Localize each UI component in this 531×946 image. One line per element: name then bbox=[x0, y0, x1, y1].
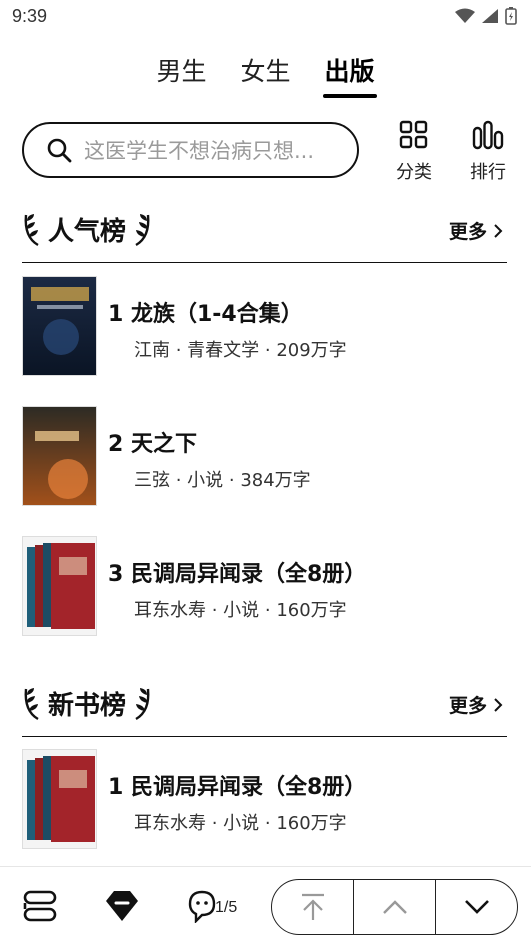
book-item[interactable]: 1 民调局异闻录（全8册） 耳东水寿 · 小说 · 160万字 bbox=[22, 749, 507, 849]
tab-male[interactable]: 男生 bbox=[154, 52, 208, 98]
section-title: 新书榜 bbox=[48, 690, 127, 721]
scroll-top-button[interactable] bbox=[272, 880, 354, 934]
chevron-right-icon bbox=[494, 223, 503, 238]
feedback-face-icon[interactable] bbox=[188, 889, 216, 923]
status-time: 9:39 bbox=[12, 6, 48, 26]
divider bbox=[22, 736, 507, 737]
section-header-popular: 人气榜 更多 bbox=[22, 207, 507, 251]
ranking-button[interactable]: 排行 bbox=[458, 120, 518, 184]
book-rank-title: 1 龙族（1-4合集） bbox=[108, 302, 303, 327]
laurel-left-icon bbox=[24, 688, 39, 721]
section-title: 人气榜 bbox=[48, 216, 127, 247]
book-item[interactable]: 3 民调局异闻录（全8册） 耳东水寿 · 小说 · 160万字 bbox=[22, 536, 507, 636]
stack-icon[interactable] bbox=[22, 889, 58, 923]
more-button-new[interactable]: 更多 bbox=[449, 691, 503, 718]
grid-icon bbox=[399, 120, 428, 149]
book-meta: 三弦 · 小说 · 384万字 bbox=[134, 470, 311, 491]
book-meta: 江南 · 青春文学 · 209万字 bbox=[134, 340, 347, 361]
battery-icon bbox=[505, 7, 517, 25]
prev-button[interactable] bbox=[354, 880, 436, 934]
book-cover bbox=[22, 276, 97, 376]
more-label: 更多 bbox=[448, 695, 487, 717]
book-rank-title: 2 天之下 bbox=[108, 432, 197, 457]
book-item[interactable]: 1 龙族（1-4合集） 江南 · 青春文学 · 209万字 bbox=[22, 276, 507, 376]
laurel-right-icon bbox=[135, 688, 150, 721]
page-nav-group bbox=[271, 879, 518, 935]
next-button[interactable] bbox=[436, 880, 517, 934]
status-bar: 9:39 bbox=[0, 0, 531, 34]
page-indicator: 1/5 bbox=[215, 899, 238, 916]
gem-icon[interactable] bbox=[104, 889, 140, 923]
book-meta: 耳东水寿 · 小说 · 160万字 bbox=[134, 600, 347, 621]
laurel-left-icon bbox=[24, 214, 39, 247]
bars-icon bbox=[472, 120, 504, 150]
chevron-right-icon bbox=[494, 697, 503, 712]
ranking-label: 排行 bbox=[470, 162, 506, 183]
more-label: 更多 bbox=[448, 221, 487, 243]
book-item[interactable]: 2 天之下 三弦 · 小说 · 384万字 bbox=[22, 406, 507, 506]
book-rank-title: 3 民调局异闻录（全8册） bbox=[108, 562, 367, 587]
tab-publish[interactable]: 出版 bbox=[322, 52, 377, 98]
more-button-popular[interactable]: 更多 bbox=[449, 217, 503, 244]
scroll-top-icon bbox=[301, 893, 324, 920]
top-tabs: 男生 女生 出版 bbox=[0, 52, 531, 100]
book-cover bbox=[22, 749, 97, 849]
next-icon bbox=[464, 900, 489, 914]
book-rank-title: 1 民调局异闻录（全8册） bbox=[108, 775, 367, 800]
search-icon bbox=[47, 138, 72, 163]
search-placeholder: 这医学生不想治病只想... bbox=[84, 139, 315, 163]
search-box[interactable]: 这医学生不想治病只想... bbox=[22, 122, 359, 178]
signal-icon bbox=[482, 9, 498, 23]
book-cover bbox=[22, 406, 97, 506]
category-button[interactable]: 分类 bbox=[384, 120, 444, 184]
divider bbox=[22, 262, 507, 263]
wifi-icon bbox=[455, 8, 475, 23]
book-meta: 耳东水寿 · 小说 · 160万字 bbox=[134, 813, 347, 834]
status-icons bbox=[455, 7, 517, 25]
tab-female[interactable]: 女生 bbox=[238, 52, 292, 98]
laurel-right-icon bbox=[135, 214, 150, 247]
section-header-new: 新书榜 更多 bbox=[22, 681, 507, 725]
prev-icon bbox=[382, 900, 407, 914]
bottom-toolbar: 1/5 bbox=[0, 866, 531, 946]
book-cover bbox=[22, 536, 97, 636]
category-label: 分类 bbox=[396, 162, 432, 183]
